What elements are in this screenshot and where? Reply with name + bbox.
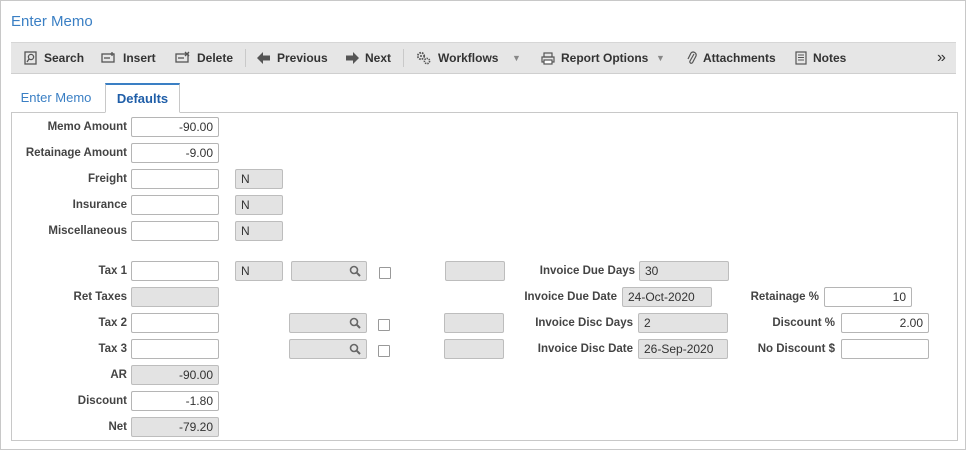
- delete-label: Delete: [197, 51, 234, 65]
- no-discount-field[interactable]: [841, 339, 929, 359]
- next-label: Next: [365, 51, 392, 65]
- notes-label: Notes: [813, 51, 847, 65]
- tax2-lookup-field[interactable]: [289, 313, 367, 333]
- report-options-button[interactable]: Report Options: [541, 43, 648, 73]
- tax2-label: Tax 2: [98, 317, 127, 329]
- delete-button[interactable]: Delete: [175, 43, 233, 73]
- toolbar: Search Insert Delete Previous Next Workf…: [11, 42, 956, 74]
- net-field: -79.20: [131, 417, 219, 437]
- attachments-label: Attachments: [703, 51, 776, 65]
- tax1-checkbox[interactable]: [379, 267, 391, 279]
- arrow-left-icon: [257, 52, 270, 64]
- tax3-lookup-field[interactable]: [289, 339, 367, 359]
- freight-flag-field: N: [235, 169, 283, 189]
- discount-field[interactable]: -1.80: [131, 391, 219, 411]
- invoice-disc-days-field: 2: [638, 313, 728, 333]
- ar-label: AR: [110, 369, 127, 381]
- discount-pct-field[interactable]: 2.00: [841, 313, 929, 333]
- printer-icon: [541, 51, 555, 65]
- freight-label: Freight: [88, 173, 127, 185]
- retainage-pct-label: Retainage %: [750, 291, 819, 303]
- notes-icon: [795, 51, 807, 65]
- invoice-due-days-field: 30: [639, 261, 729, 281]
- tax1-lookup-field[interactable]: [291, 261, 367, 281]
- invoice-disc-date-field: 26-Sep-2020: [638, 339, 728, 359]
- tax3-field[interactable]: [131, 339, 219, 359]
- search-button[interactable]: Search: [24, 43, 84, 73]
- freight-field[interactable]: [131, 169, 219, 189]
- gears-icon: [416, 51, 431, 65]
- tab-defaults[interactable]: Defaults: [105, 83, 180, 113]
- tax2-checkbox[interactable]: [378, 319, 390, 331]
- more-button[interactable]: »: [937, 43, 946, 73]
- workflows-button[interactable]: Workflows: [416, 43, 498, 73]
- tab-enter-memo[interactable]: Enter Memo: [11, 83, 101, 112]
- delete-icon: [175, 51, 190, 63]
- report-options-dropdown-icon[interactable]: ▼: [656, 43, 665, 73]
- ret-taxes-field: [131, 287, 219, 307]
- tax1-label: Tax 1: [98, 265, 127, 277]
- insurance-label: Insurance: [72, 199, 127, 211]
- insert-button[interactable]: Insert: [101, 43, 156, 73]
- miscellaneous-flag-field: N: [235, 221, 283, 241]
- insurance-field[interactable]: [131, 195, 219, 215]
- retainage-pct-field[interactable]: 10: [824, 287, 912, 307]
- tax2-rate-field: [444, 313, 504, 333]
- toolbar-divider: [403, 49, 404, 67]
- memo-amount-field[interactable]: -90.00: [131, 117, 219, 137]
- net-label: Net: [108, 421, 127, 433]
- insert-label: Insert: [123, 51, 156, 65]
- retainage-amount-field[interactable]: -9.00: [131, 143, 219, 163]
- notes-button[interactable]: Notes: [795, 43, 846, 73]
- previous-button[interactable]: Previous: [257, 43, 328, 73]
- invoice-due-date-label: Invoice Due Date: [524, 291, 617, 303]
- attachments-button[interactable]: Attachments: [687, 43, 776, 73]
- workflows-label: Workflows: [438, 51, 499, 65]
- miscellaneous-field[interactable]: [131, 221, 219, 241]
- tax3-label: Tax 3: [98, 343, 127, 355]
- tax2-field[interactable]: [131, 313, 219, 333]
- retainage-amount-label: Retainage Amount: [25, 147, 127, 159]
- insert-icon: [101, 52, 115, 63]
- tax1-field[interactable]: [131, 261, 219, 281]
- invoice-disc-days-label: Invoice Disc Days: [535, 317, 633, 329]
- no-discount-label: No Discount $: [757, 343, 835, 355]
- next-button[interactable]: Next: [345, 43, 391, 73]
- search-icon: [24, 51, 37, 65]
- report-options-label: Report Options: [561, 51, 649, 65]
- defaults-panel: Memo Amount -90.00 Retainage Amount -9.0…: [11, 112, 958, 441]
- paperclip-icon: [687, 51, 697, 64]
- invoice-due-days-label: Invoice Due Days: [539, 265, 635, 277]
- tax1-flag-field: N: [235, 261, 283, 281]
- toolbar-divider: [245, 49, 246, 67]
- miscellaneous-label: Miscellaneous: [48, 225, 127, 237]
- arrow-right-icon: [346, 52, 359, 64]
- discount-pct-label: Discount %: [772, 317, 835, 329]
- magnifier-icon[interactable]: [349, 265, 361, 277]
- tax1-rate-field: [445, 261, 505, 281]
- magnifier-icon[interactable]: [349, 343, 361, 355]
- ret-taxes-label: Ret Taxes: [73, 291, 127, 303]
- invoice-disc-date-label: Invoice Disc Date: [537, 343, 633, 355]
- discount-label: Discount: [77, 395, 127, 407]
- tax3-checkbox[interactable]: [378, 345, 390, 357]
- tax3-rate-field: [444, 339, 504, 359]
- memo-window: Enter Memo Search Insert Delete Previous…: [0, 0, 966, 450]
- page-title: Enter Memo: [11, 13, 93, 30]
- search-label: Search: [44, 51, 85, 65]
- magnifier-icon[interactable]: [349, 317, 361, 329]
- workflows-dropdown-icon[interactable]: ▼: [512, 43, 521, 73]
- previous-label: Previous: [277, 51, 328, 65]
- insurance-flag-field: N: [235, 195, 283, 215]
- invoice-due-date-field: 24-Oct-2020: [622, 287, 712, 307]
- memo-amount-label: Memo Amount: [47, 121, 127, 133]
- ar-field: -90.00: [131, 365, 219, 385]
